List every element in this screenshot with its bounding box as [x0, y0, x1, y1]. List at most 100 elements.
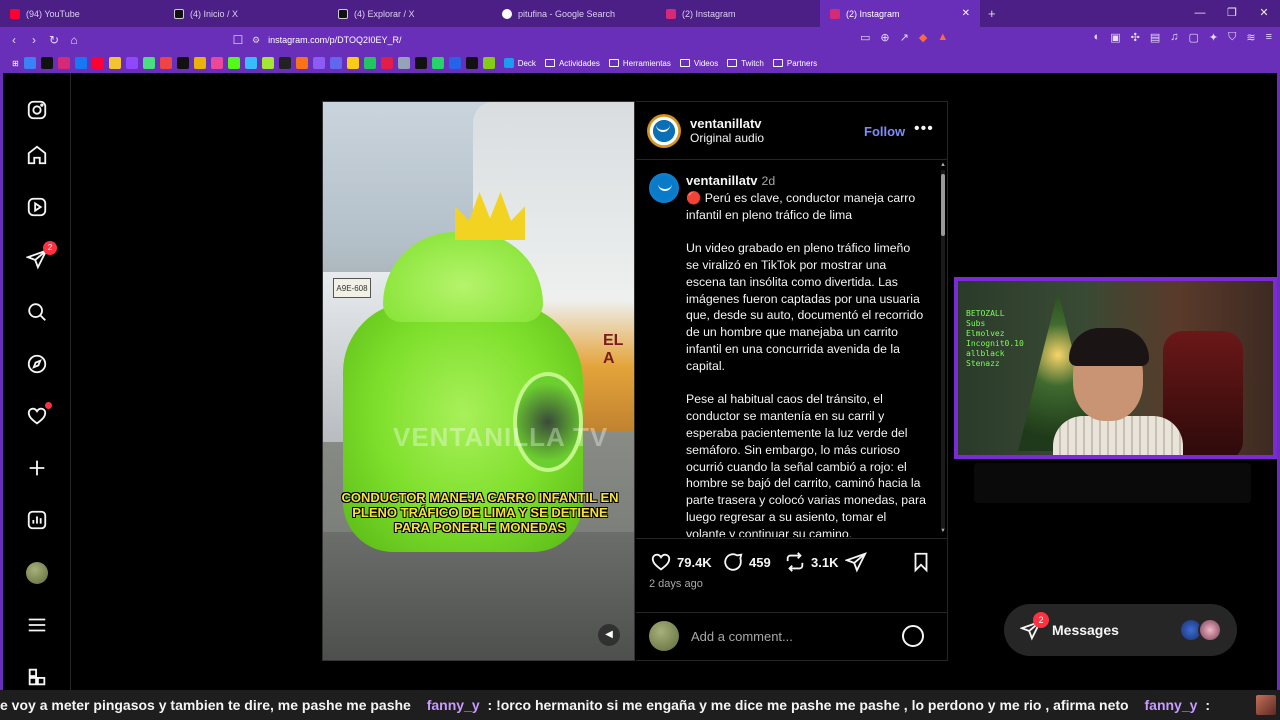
- share-button[interactable]: [845, 551, 867, 573]
- comment-input[interactable]: Add a comment...: [691, 629, 793, 644]
- minimize-icon[interactable]: —: [1184, 0, 1216, 27]
- scroll-down-icon[interactable]: ▼: [940, 528, 946, 534]
- author-avatar[interactable]: [647, 114, 681, 148]
- bookmark-folder-actividades[interactable]: Actividades: [544, 59, 600, 68]
- bookmark-icon[interactable]: [193, 57, 206, 69]
- shield-icon[interactable]: ◆: [919, 31, 927, 44]
- site-info-icon[interactable]: ⚙: [252, 35, 260, 46]
- messages-button[interactable]: 2 Messages: [1004, 604, 1237, 656]
- zoom-icon[interactable]: ⊕: [880, 31, 889, 44]
- bookmark-icon[interactable]: [210, 57, 223, 69]
- post-video[interactable]: EL A A9E-608 VENTANILLA TV CONDUCTOR MAN…: [322, 101, 635, 661]
- heart-icon[interactable]: [25, 402, 52, 428]
- new-tab-button[interactable]: +: [980, 6, 1004, 21]
- music-icon[interactable]: ♫: [1170, 31, 1178, 44]
- apps-icon[interactable]: ⊞: [12, 59, 19, 68]
- bookmark-folder-partners[interactable]: Partners: [772, 59, 817, 68]
- tab-instagram[interactable]: (2) Instagram: [656, 0, 820, 27]
- bookmark-icon[interactable]: [142, 57, 155, 69]
- bookmark-icon[interactable]: [397, 57, 410, 69]
- caption-username[interactable]: ventanillatv: [686, 173, 758, 188]
- back-icon[interactable]: ‹: [4, 33, 24, 47]
- extension-icon[interactable]: ≋: [1246, 31, 1255, 44]
- caption-author-avatar[interactable]: [649, 173, 679, 203]
- bookmark-page-icon[interactable]: ☐: [228, 33, 248, 47]
- share-icon[interactable]: ↗: [900, 31, 909, 44]
- like-button[interactable]: 79.4K: [650, 551, 712, 573]
- rewards-icon[interactable]: ▲: [937, 31, 948, 44]
- sidebar-icon[interactable]: ▤: [1150, 31, 1160, 44]
- home-icon[interactable]: [25, 143, 49, 167]
- comment-button[interactable]: 459: [722, 551, 771, 573]
- forward-icon[interactable]: ›: [24, 33, 44, 47]
- explore-icon[interactable]: [25, 352, 49, 376]
- bookmark-icon[interactable]: [295, 57, 308, 69]
- kick-icon[interactable]: [227, 57, 240, 69]
- emoji-icon[interactable]: [902, 625, 924, 647]
- reels-icon[interactable]: [25, 195, 49, 219]
- bookmark-icon[interactable]: [414, 57, 427, 69]
- scroll-thumb[interactable]: [941, 174, 945, 236]
- bookmark-icon[interactable]: [329, 57, 342, 69]
- bookmark-icon[interactable]: [380, 57, 393, 69]
- whatsapp-icon[interactable]: [431, 57, 444, 69]
- x-icon[interactable]: [176, 57, 189, 69]
- bookmark-folder-videos[interactable]: Videos: [679, 59, 718, 68]
- screen-icon[interactable]: ▭: [860, 31, 870, 44]
- also-from-meta-icon[interactable]: [25, 665, 49, 689]
- create-icon[interactable]: [25, 456, 49, 480]
- bookmark-icon[interactable]: [346, 57, 359, 69]
- dashboard-icon[interactable]: [25, 508, 49, 532]
- bookmark-icon[interactable]: [159, 57, 172, 69]
- direct-messages-icon[interactable]: 2: [25, 241, 57, 271]
- bookmark-icon[interactable]: [363, 57, 376, 69]
- extension-icon[interactable]: ◐: [1094, 31, 1101, 44]
- author-username[interactable]: ventanillatv: [690, 116, 764, 131]
- bookmark-icon[interactable]: [465, 57, 478, 69]
- bookmark-icon[interactable]: [125, 57, 138, 69]
- bookmark-folder-herramientas[interactable]: Herramientas: [608, 59, 671, 68]
- wallet-icon[interactable]: ▢: [1188, 31, 1198, 44]
- youtube-icon[interactable]: [91, 57, 104, 69]
- scroll-up-icon[interactable]: ▲: [940, 162, 946, 168]
- mute-icon[interactable]: ◀: [598, 624, 620, 646]
- tiktok-icon[interactable]: [40, 57, 53, 69]
- tab-instagram-active[interactable]: (2) Instagram ✕: [820, 0, 980, 27]
- tab-youtube[interactable]: (94) YouTube: [0, 0, 164, 27]
- bookmark-icon[interactable]: [312, 57, 325, 69]
- instagram-icon[interactable]: [57, 57, 70, 69]
- bookmark-icon[interactable]: [244, 57, 257, 69]
- ai-icon[interactable]: ✦: [1209, 31, 1218, 44]
- bookmark-icon[interactable]: [108, 57, 121, 69]
- reload-icon[interactable]: ↻: [44, 33, 64, 47]
- follow-button[interactable]: Follow: [864, 124, 905, 139]
- bookmark-folder-twitch[interactable]: Twitch: [727, 59, 764, 68]
- tab-google[interactable]: pitufina - Google Search: [492, 0, 656, 27]
- search-icon[interactable]: [25, 300, 49, 324]
- bookmark-icon[interactable]: [278, 57, 291, 69]
- more-menu-icon[interactable]: [25, 613, 49, 637]
- caption-scrollbar[interactable]: ▲ ▼: [939, 162, 947, 536]
- puzzle-icon[interactable]: ✣: [1131, 31, 1140, 44]
- audio-label[interactable]: Original audio: [690, 131, 764, 145]
- menu-icon[interactable]: ≡: [1266, 31, 1272, 44]
- close-tab-icon[interactable]: ✕: [962, 8, 970, 19]
- vpn-icon[interactable]: ⛉: [1228, 31, 1236, 44]
- bookmark-icon[interactable]: [261, 57, 274, 69]
- facebook-icon[interactable]: [74, 57, 87, 69]
- profile-avatar[interactable]: [25, 561, 49, 585]
- instagram-logo-icon[interactable]: [25, 98, 49, 122]
- caption-time[interactable]: 2d: [762, 174, 776, 188]
- tab-x-explorar[interactable]: (4) Explorar / X: [328, 0, 492, 27]
- bookmark-icon[interactable]: [23, 57, 36, 69]
- bookmark-icon[interactable]: [482, 57, 495, 69]
- tab-x-inicio[interactable]: (4) Inicio / X: [164, 0, 328, 27]
- repost-button[interactable]: 3.1K: [784, 551, 838, 573]
- restore-icon[interactable]: ❐: [1216, 0, 1248, 27]
- more-options-icon[interactable]: •••: [914, 120, 934, 138]
- save-button[interactable]: [910, 551, 932, 573]
- close-window-icon[interactable]: ✕: [1248, 0, 1280, 27]
- bookmark-icon[interactable]: [448, 57, 461, 69]
- bookmark-deck[interactable]: Deck: [503, 58, 536, 68]
- home-icon[interactable]: ⌂: [64, 33, 84, 47]
